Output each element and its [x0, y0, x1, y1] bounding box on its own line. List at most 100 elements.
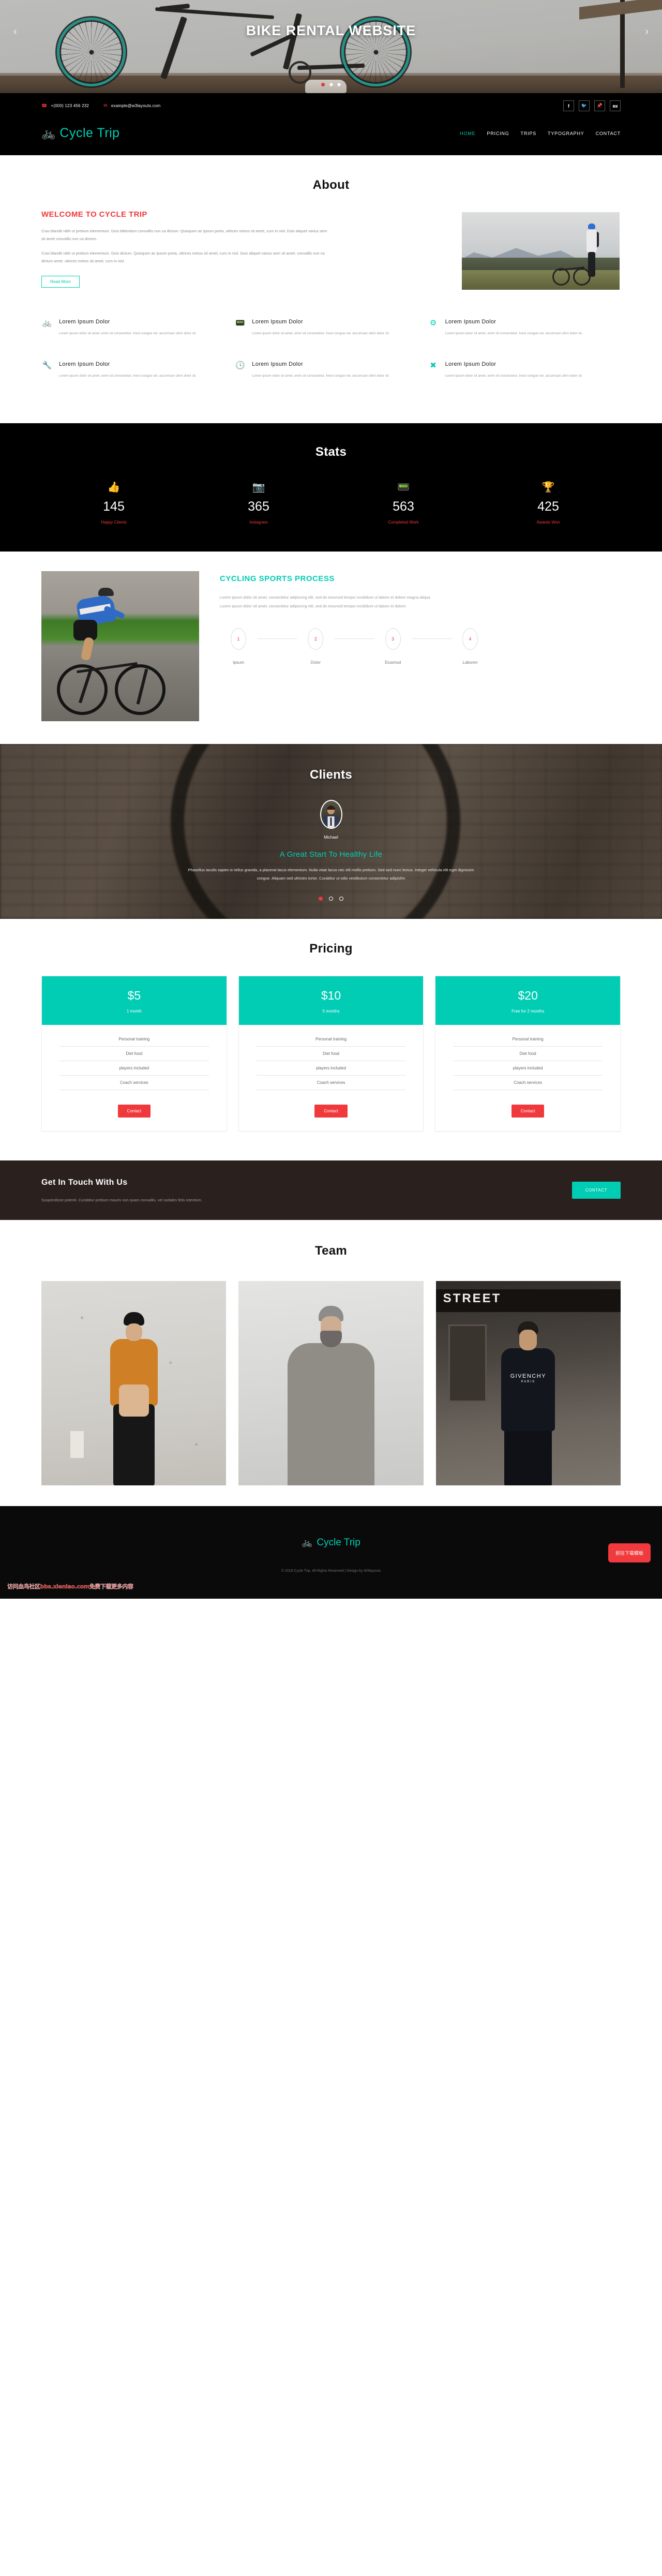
- pricing-period: Free for 2 months: [511, 1008, 545, 1014]
- testimonial-dot[interactable]: [329, 896, 333, 901]
- feature-title: Lorem Ipsum Dolor: [445, 361, 496, 367]
- team-member-photo[interactable]: [41, 1280, 227, 1485]
- phone-icon: ☎: [41, 103, 48, 108]
- feature-title: Lorem Ipsum Dolor: [59, 361, 110, 367]
- stat-item: 👍 145 Happy Clients: [41, 482, 186, 525]
- get-in-touch-contact-button[interactable]: CONTACT: [571, 1181, 621, 1199]
- about-text-column: WELCOME TO CYCLE TRIP Cras blandit nibh …: [41, 210, 331, 290]
- process-paragraph-2: Lorem ipsum dolor sit amet, consectetur …: [220, 603, 407, 608]
- pricing-amount: $20: [518, 988, 538, 1002]
- testimonial-dot[interactable]: [318, 896, 323, 901]
- pricing-section-title: Pricing: [309, 941, 353, 956]
- pricing-card: $10 5 months Personal training Diet food…: [238, 975, 424, 1131]
- nav-item-typography[interactable]: TYPOGRAPHY: [548, 131, 584, 136]
- stat-item: 🏆 425 Awards Won: [476, 482, 621, 525]
- hero-dot[interactable]: [337, 83, 341, 86]
- pricing-feature-list: Personal training Diet food players incl…: [435, 1025, 620, 1093]
- feature-item: 📟 Lorem Ipsum Dolor Lorem ipsum dolor si…: [234, 319, 427, 361]
- process-step: 2 Dolor: [297, 628, 334, 665]
- carousel-next-arrow-icon[interactable]: ›: [645, 26, 649, 38]
- nav-item-contact[interactable]: CONTACT: [596, 131, 621, 136]
- hero-banner: BIKE RENTAL WEBSITE ‹ ›: [0, 0, 662, 93]
- feature-text: Lorem ipsum dolor sit amet, enim sit con…: [59, 374, 197, 378]
- thumbs-up-icon: 👍: [107, 481, 121, 493]
- pinterest-icon[interactable]: 📌: [594, 100, 605, 111]
- pricing-feature-list: Personal training Diet food players incl…: [239, 1025, 424, 1093]
- about-photo: [462, 212, 620, 290]
- hero-background-photo: [0, 0, 662, 93]
- team-section-title: Team: [314, 1243, 348, 1258]
- close-circle-icon: ✖: [430, 361, 437, 370]
- radio-icon: 📟: [235, 319, 245, 327]
- about-section-title: About: [312, 178, 350, 192]
- process-paragraph-1: Lorem ipsum dolor sit amet, consectetur …: [220, 595, 431, 600]
- features-grid: 🚲 Lorem Ipsum Dolor Lorem ipsum dolor si…: [41, 290, 621, 423]
- team-member-photo[interactable]: GIVENCHYPARIS: [435, 1280, 621, 1485]
- team-member-photo[interactable]: [238, 1280, 424, 1485]
- process-step-number[interactable]: 3: [385, 628, 401, 650]
- pricing-contact-button[interactable]: Contact: [314, 1104, 348, 1118]
- stat-label: Happy Clients: [101, 520, 127, 525]
- process-step-connector: [334, 638, 374, 639]
- carousel-prev-arrow-icon[interactable]: ‹: [13, 26, 17, 38]
- pricing-amount: $5: [127, 988, 141, 1002]
- twitter-icon[interactable]: 🐦: [579, 100, 590, 111]
- stat-label: Awards Won: [536, 520, 560, 525]
- testimonial-heading: A Great Start To Healthy Life: [279, 850, 383, 859]
- top-contact-bar: ☎ +(000) 123 456 232 ✉ example@w3layouts…: [0, 93, 662, 116]
- facebook-icon[interactable]: f: [563, 100, 574, 111]
- process-step: 4 Laboren: [452, 628, 489, 665]
- clock-icon: 🕓: [235, 361, 245, 370]
- copyright-text: © 2018 Cycle Trip. All Rights Reserved |…: [281, 1569, 381, 1573]
- download-template-button[interactable]: 前往下载模板: [608, 1543, 651, 1562]
- photo-racing-cyclist: [71, 588, 133, 681]
- instagram-icon: 📷: [252, 481, 265, 493]
- pricing-feature: Diet food: [256, 1047, 406, 1061]
- get-in-touch-text: Suspendisse potenti. Curabitur pretium m…: [41, 1197, 202, 1202]
- hero-overlay-tint: [0, 0, 662, 93]
- phone-contact[interactable]: ☎ +(000) 123 456 232: [41, 103, 89, 109]
- process-step: 1 Ipsum: [220, 628, 257, 665]
- site-logo[interactable]: 🚲 Cycle Trip: [41, 126, 120, 141]
- pricing-contact-button[interactable]: Contact: [511, 1104, 545, 1118]
- vk-icon[interactable]: вк: [610, 100, 621, 111]
- bicycle-icon: 🚲: [41, 126, 56, 140]
- pricing-feature: Coach services: [59, 1076, 209, 1090]
- mail-icon: ✉: [103, 103, 108, 108]
- testimonial-dot[interactable]: [339, 896, 344, 901]
- process-step-connector: [257, 638, 297, 639]
- phone-number: +(000) 123 456 232: [51, 103, 89, 108]
- testimonial-quote: Phasellus iaculis sapien in tellus gravi…: [188, 868, 474, 881]
- feature-item: 🚲 Lorem Ipsum Dolor Lorem ipsum dolor si…: [41, 319, 234, 361]
- get-in-touch-heading: Get In Touch With Us: [41, 1178, 128, 1187]
- nav-item-home[interactable]: HOME: [460, 131, 475, 136]
- bicycle-icon: 🚲: [302, 1538, 313, 1548]
- email-contact[interactable]: ✉ example@w3layouts.com: [103, 103, 160, 109]
- feature-text: Lorem ipsum dolor sit amet, enim sit con…: [252, 332, 390, 335]
- pricing-card-header: $5 1 month: [42, 976, 227, 1025]
- about-paragraph-2: Cras blandit nibh ut pretium elementum. …: [41, 250, 325, 264]
- stat-item: 📟 563 Completed Work: [331, 482, 476, 525]
- pricing-period: 5 months: [322, 1008, 340, 1014]
- process-section: CYCLING SPORTS PROCESS Lorem ipsum dolor…: [0, 552, 662, 744]
- avatar: [320, 800, 342, 829]
- cyclist-photo: [41, 571, 199, 722]
- clients-section-title: Clients: [309, 768, 353, 782]
- pricing-card: $20 Free for 2 months Personal training …: [435, 975, 621, 1131]
- footer-logo[interactable]: 🚲 Cycle Trip: [302, 1537, 360, 1548]
- about-section: About WELCOME TO CYCLE TRIP Cras blandit…: [0, 155, 662, 423]
- clients-testimonial-section: Clients Michael A Great Start To Healthy…: [0, 744, 662, 919]
- process-step-number[interactable]: 2: [308, 628, 324, 650]
- pricing-contact-button[interactable]: Contact: [117, 1104, 151, 1118]
- read-more-button[interactable]: Read More: [41, 275, 80, 288]
- feature-text: Lorem ipsum dolor sit amet, enim sit con…: [252, 374, 390, 378]
- hero-dot[interactable]: [329, 83, 333, 86]
- nav-item-trips[interactable]: TRIPS: [521, 131, 537, 136]
- page-root: BIKE RENTAL WEBSITE ‹ › ☎ +(000) 123 456…: [0, 0, 662, 1599]
- process-step-number[interactable]: 4: [462, 628, 478, 650]
- process-step-number[interactable]: 1: [231, 628, 246, 650]
- nav-item-pricing[interactable]: PRICING: [487, 131, 509, 136]
- site-footer: 🚲 Cycle Trip © 2018 Cycle Trip. All Righ…: [0, 1506, 662, 1599]
- hero-dot[interactable]: [321, 83, 325, 86]
- pricing-feature: Personal training: [453, 1032, 603, 1047]
